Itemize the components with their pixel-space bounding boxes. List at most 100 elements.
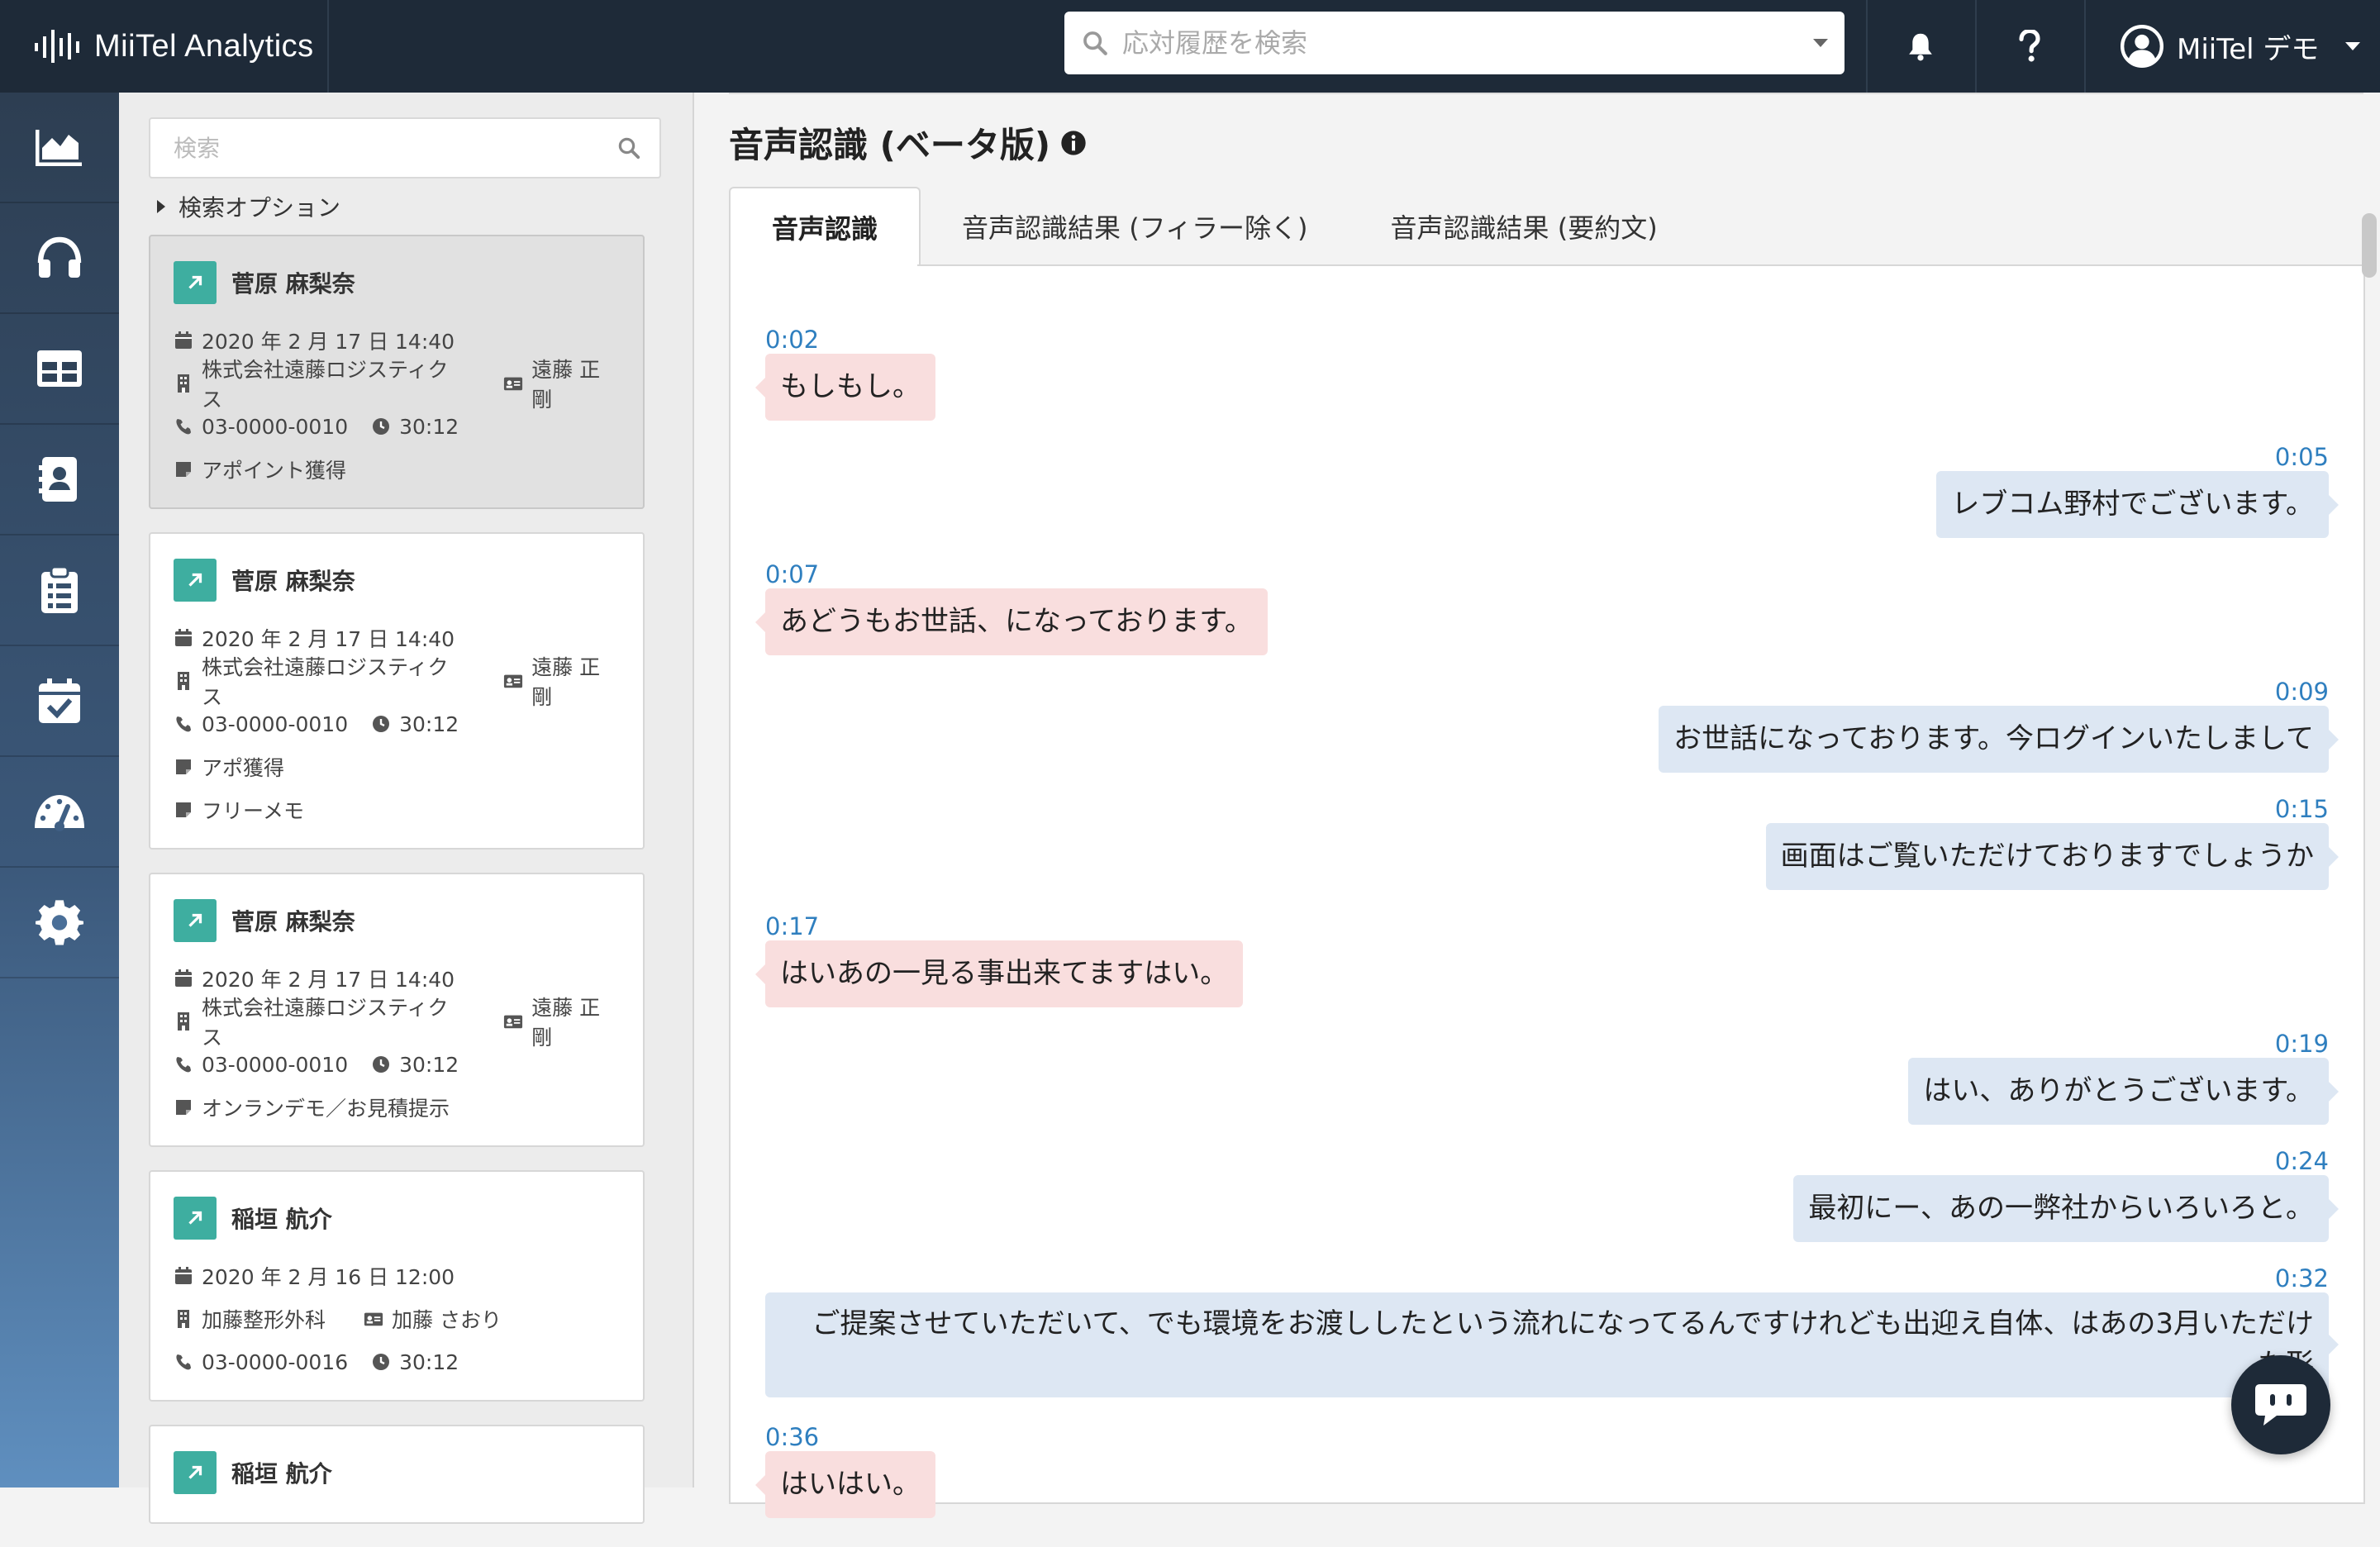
- phone-number: 03-0000-0010: [202, 414, 349, 439]
- building-icon: [174, 1309, 193, 1329]
- message-time[interactable]: 0:07: [765, 560, 1268, 588]
- external-link-icon[interactable]: [174, 261, 217, 304]
- nav-settings[interactable]: [0, 868, 119, 978]
- sidebar-search[interactable]: [149, 117, 661, 178]
- question-icon: [2019, 30, 2040, 62]
- external-link-icon[interactable]: [174, 559, 217, 602]
- chat-support-button[interactable]: [2231, 1355, 2330, 1454]
- phone-number: 03-0000-0010: [202, 712, 349, 736]
- call-card[interactable]: 稲垣 航介 2020 年 2 月 16 日 12:00 加藤整形外科 加藤 さおり…: [149, 1170, 645, 1402]
- transcript-message: 0:32 ご提案させていただいて、でも環境をお渡ししたという流れになってるんです…: [765, 1264, 2339, 1397]
- company-name: 株式会社遠藤ロジスティクス: [202, 996, 449, 1050]
- search-options-label: 検索オプション: [178, 194, 341, 221]
- nav-calls[interactable]: [0, 203, 119, 314]
- clock-icon: [371, 416, 391, 436]
- message-time[interactable]: 0:32: [765, 1264, 2329, 1292]
- nav-tasks[interactable]: [0, 536, 119, 646]
- global-search-input[interactable]: [1121, 26, 1813, 60]
- id-card-icon: [503, 671, 523, 691]
- search-options-toggle[interactable]: 検索オプション: [157, 190, 340, 223]
- nav-analytics[interactable]: [0, 93, 119, 203]
- calendar-check-icon: [39, 678, 80, 723]
- agent-name: 稲垣 航介: [231, 1460, 332, 1488]
- message-bubble: 最初にー、あの一弊社からいろいろと。: [1793, 1175, 2339, 1243]
- call-datetime: 2020 年 2 月 16 日 12:00: [202, 1265, 455, 1289]
- call-card[interactable]: 稲垣 航介: [149, 1425, 645, 1524]
- notifications-button[interactable]: [1866, 0, 1973, 93]
- message-bubble: あどうもお世話、になっております。: [755, 588, 1268, 656]
- building-icon: [174, 374, 193, 393]
- transcript-message: 0:07 あどうもお世話、になっております。: [755, 560, 1268, 656]
- nav-contacts[interactable]: [0, 425, 119, 536]
- chat-bubble-icon: [2255, 1384, 2306, 1426]
- call-card[interactable]: 菅原 麻梨奈 2020 年 2 月 17 日 14:40 株式会社遠藤ロジスティ…: [149, 532, 645, 850]
- call-duration: 30:12: [399, 1052, 459, 1077]
- tab-speech-recognition[interactable]: 音声認識: [729, 187, 921, 266]
- transcript-message: 0:36 はいはい。: [755, 1423, 935, 1519]
- clock-icon: [371, 714, 391, 734]
- nav-calendar[interactable]: [0, 646, 119, 757]
- transcript-message: 0:24 最初にー、あの一弊社からいろいろと。: [1793, 1147, 2339, 1243]
- note-icon: [174, 459, 193, 479]
- message-bubble: レブコム野村でございます。: [1936, 471, 2339, 539]
- message-time[interactable]: 0:19: [1908, 1030, 2329, 1058]
- external-link-icon[interactable]: [174, 899, 217, 942]
- calendar-icon: [174, 969, 193, 988]
- main-content: 音声認識 (ベータ版) 音声認識 音声認識結果 (フィラー除く) 音声認識結果 …: [696, 93, 2380, 1519]
- call-duration: 30:12: [399, 414, 459, 439]
- chart-icon: [36, 130, 82, 166]
- message-bubble: はい、ありがとうございます。: [1908, 1058, 2339, 1126]
- message-bubble: 画面はご覧いただけておりますでしょうか: [1765, 823, 2340, 891]
- info-icon[interactable]: [1060, 130, 1087, 156]
- contact-name: 遠藤 正剛: [531, 358, 601, 412]
- call-note: オンランデモ／お見積提示: [202, 1097, 450, 1121]
- message-time[interactable]: 0:17: [765, 912, 1243, 940]
- agent-name: 菅原 麻梨奈: [231, 270, 355, 298]
- user-menu[interactable]: MiiTel デモ: [2084, 0, 2380, 93]
- sidebar-search-input[interactable]: [172, 133, 616, 163]
- call-card[interactable]: 菅原 麻梨奈 2020 年 2 月 17 日 14:40 株式会社遠藤ロジスティ…: [149, 235, 645, 509]
- phone-icon: [174, 714, 193, 734]
- left-nav: [0, 93, 119, 1488]
- call-history-sidebar: 検索オプション 菅原 麻梨奈 2020 年 2 月 17 日 14:40 株式会…: [119, 93, 810, 1524]
- external-link-icon[interactable]: [174, 1197, 217, 1240]
- call-duration: 30:12: [399, 1349, 459, 1374]
- search-icon: [1083, 31, 1107, 55]
- page-title-text: 音声認識 (ベータ版): [729, 125, 1051, 165]
- agent-name: 稲垣 航介: [231, 1206, 332, 1233]
- dropdown-caret-icon[interactable]: [1813, 39, 1828, 47]
- speedometer-icon: [35, 795, 84, 831]
- message-time[interactable]: 0:05: [1936, 443, 2329, 471]
- message-time[interactable]: 0:24: [1793, 1147, 2329, 1175]
- tab-speech-recognition-summary[interactable]: 音声認識結果 (要約文): [1349, 187, 1699, 266]
- phone-icon: [174, 1054, 193, 1074]
- calendar-icon: [174, 331, 193, 350]
- id-card-icon: [364, 1309, 383, 1329]
- external-link-icon[interactable]: [174, 1451, 217, 1494]
- agent-name: 菅原 麻梨奈: [231, 568, 355, 595]
- transcript-message: 0:15 画面はご覧いただけておりますでしょうか: [1765, 795, 2340, 891]
- call-card[interactable]: 菅原 麻梨奈 2020 年 2 月 17 日 14:40 株式会社遠藤ロジスティ…: [149, 873, 645, 1147]
- nav-dashboard[interactable]: [0, 757, 119, 868]
- search-icon[interactable]: [616, 136, 641, 160]
- table-icon: [37, 350, 82, 387]
- message-time[interactable]: 0:09: [1659, 678, 2329, 706]
- clock-icon: [371, 1352, 391, 1372]
- id-card-icon: [503, 374, 523, 393]
- nav-table[interactable]: [0, 314, 119, 425]
- message-time[interactable]: 0:36: [765, 1423, 935, 1451]
- call-duration: 30:12: [399, 712, 459, 736]
- message-bubble: お世話になっております。今ログインいたしまして: [1659, 706, 2339, 774]
- tab-speech-recognition-no-filler[interactable]: 音声認識結果 (フィラー除く): [921, 187, 1349, 266]
- tab-bar: 音声認識 音声認識結果 (フィラー除く) 音声認識結果 (要約文): [729, 187, 1699, 266]
- main-scrollbar[interactable]: [2362, 213, 2377, 278]
- company-name: 株式会社遠藤ロジスティクス: [202, 358, 449, 412]
- message-time[interactable]: 0:15: [1766, 795, 2329, 823]
- note-icon: [174, 800, 193, 820]
- phone-icon: [174, 416, 193, 436]
- call-note: アポイント獲得: [202, 459, 347, 483]
- global-search[interactable]: [1064, 12, 1844, 74]
- message-time[interactable]: 0:02: [765, 326, 935, 354]
- brand-logo[interactable]: MiiTel Analytics: [0, 0, 329, 93]
- help-button[interactable]: [1975, 0, 2082, 93]
